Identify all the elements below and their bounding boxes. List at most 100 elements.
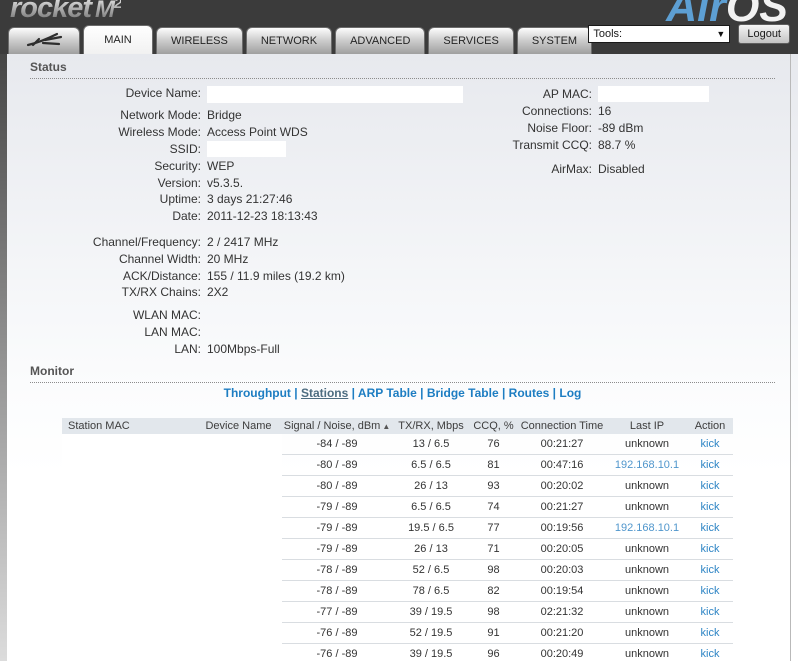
column-header-signal-noise-dbm[interactable]: Signal / Noise, dBm ▲ (282, 418, 392, 434)
station-row: -80 / -89 6.5 / 6.5 81 00:47:16 192.168.10.1… (62, 455, 733, 476)
field-label: Transmit CCQ: (512, 137, 592, 152)
field-label: LAN MAC: (144, 324, 201, 339)
logout-button[interactable]: Logout (738, 24, 790, 44)
cell-time: 00:47:16 (517, 455, 607, 476)
kick-link[interactable]: kick (701, 438, 720, 450)
field-row: ACK/Distance: 155 / 11.9 miles (19.2 km) (30, 267, 475, 284)
station-row: -76 / -89 52 / 19.5 91 00:21:20 unknown kick (62, 623, 733, 644)
tab-network[interactable]: NETWORK (245, 27, 333, 54)
tab-system[interactable]: SYSTEM (516, 27, 593, 54)
kick-link[interactable]: kick (701, 648, 720, 660)
field-label: Noise Floor: (527, 120, 592, 135)
kick-link[interactable]: kick (701, 501, 720, 513)
link-separator: | (498, 386, 509, 400)
last-ip-link[interactable]: 192.168.10.1 (615, 459, 679, 471)
field-value: 100Mbps-Full (207, 341, 280, 356)
cell-time: 00:19:56 (517, 518, 607, 539)
cell-station-mac (62, 644, 195, 661)
field-label: TX/RX Chains: (121, 285, 201, 300)
cell-txrx: 26 / 13 (392, 539, 470, 560)
kick-link[interactable]: kick (701, 480, 720, 492)
column-header-action[interactable]: Action (687, 418, 733, 434)
monitor-link-routes[interactable]: Routes (509, 386, 550, 400)
field-label: Security: (154, 158, 201, 173)
monitor-link-log[interactable]: Log (559, 386, 581, 400)
field-label: Channel/Frequency: (92, 234, 201, 249)
tools-dropdown[interactable]: Tools: ▼ (588, 25, 731, 43)
field-label: Version: (157, 175, 201, 190)
cell-signal-noise: -78 / -89 (282, 581, 392, 602)
kick-link[interactable]: kick (701, 543, 720, 555)
cell-time: 00:20:05 (517, 539, 607, 560)
tab-services[interactable]: SERVICES (428, 27, 514, 54)
kick-link[interactable]: kick (701, 627, 720, 639)
kick-link[interactable]: kick (701, 606, 720, 618)
cell-signal-noise: -76 / -89 (282, 644, 392, 661)
field-label: WLAN MAC: (132, 308, 201, 323)
field-row: LAN MAC: (30, 324, 475, 341)
kick-link[interactable]: kick (701, 564, 720, 576)
cell-last-ip: unknown (607, 623, 687, 644)
column-header-station-mac[interactable]: Station MAC (62, 418, 195, 434)
right-edge-border (790, 54, 791, 661)
column-header-tx-rx-mbps[interactable]: TX/RX, Mbps (392, 418, 470, 434)
cell-device-name (195, 581, 282, 602)
column-header-connection-time[interactable]: Connection Time (517, 418, 607, 434)
redacted-value-box (207, 140, 286, 157)
kick-link[interactable]: kick (701, 522, 720, 534)
cell-ccq: 98 (470, 560, 517, 581)
cell-station-mac (62, 455, 195, 476)
link-separator: | (290, 386, 301, 400)
column-header-device-name[interactable]: Device Name (195, 418, 282, 434)
field-value: v5.3.5. (207, 175, 244, 190)
kick-link[interactable]: kick (701, 459, 720, 471)
cell-signal-noise: -79 / -89 (282, 518, 392, 539)
cell-time: 00:19:54 (517, 581, 607, 602)
station-row: -79 / -89 6.5 / 6.5 74 00:21:27 unknown kick (62, 497, 733, 518)
cell-time: 00:21:27 (517, 497, 607, 518)
kick-link[interactable]: kick (701, 585, 720, 597)
field-spacer (470, 153, 775, 160)
app-header: rocket M2 AirOS MAIN WIRELESS NETWORK ADVAN (0, 0, 798, 54)
field-row: Security: WEP (30, 157, 475, 174)
field-label: Channel Width: (118, 251, 201, 266)
cell-station-mac (62, 602, 195, 623)
cell-ccq: 76 (470, 434, 517, 455)
chevron-down-icon: ▼ (716, 29, 726, 39)
last-ip-link[interactable]: 192.168.10.1 (615, 522, 679, 534)
cell-ccq: 98 (470, 602, 517, 623)
cell-last-ip: unknown (607, 560, 687, 581)
cell-txrx: 52 / 6.5 (392, 560, 470, 581)
tab-ubiquiti-logo[interactable] (8, 27, 80, 54)
station-row: -80 / -89 26 / 13 93 00:20:02 unknown kick (62, 476, 733, 497)
cell-last-ip: unknown (607, 476, 687, 497)
tab-main[interactable]: MAIN (83, 25, 153, 54)
station-row: -78 / -89 52 / 6.5 98 00:20:03 unknown kick (62, 560, 733, 581)
link-separator: | (416, 386, 427, 400)
field-row: Channel/Frequency: 2 / 2417 MHz (30, 234, 475, 251)
cell-station-mac (62, 518, 195, 539)
field-value: 88.7 % (598, 137, 636, 152)
cell-ccq: 82 (470, 581, 517, 602)
field-value: 155 / 11.9 miles (19.2 km) (207, 268, 345, 283)
field-row: Wireless Mode: Access Point WDS (30, 124, 475, 141)
cell-ccq: 74 (470, 497, 517, 518)
cell-last-ip: unknown (607, 581, 687, 602)
cell-action: kick (687, 539, 733, 560)
cell-device-name (195, 518, 282, 539)
column-header-last-ip[interactable]: Last IP (607, 418, 687, 434)
tab-wireless[interactable]: WIRELESS (156, 27, 243, 54)
link-separator: | (348, 386, 358, 400)
cell-station-mac (62, 476, 195, 497)
monitor-link-throughput[interactable]: Throughput (224, 386, 291, 400)
sort-asc-icon: ▲ (382, 422, 391, 431)
monitor-link-arp-table[interactable]: ARP Table (358, 386, 417, 400)
tab-advanced[interactable]: ADVANCED (335, 27, 426, 54)
ubiquiti-antenna-icon (23, 31, 65, 52)
monitor-link-stations[interactable]: Stations (301, 386, 348, 400)
cell-ccq: 81 (470, 455, 517, 476)
cell-txrx: 52 / 19.5 (392, 623, 470, 644)
cell-action: kick (687, 623, 733, 644)
column-header-ccq[interactable]: CCQ, % (470, 418, 517, 434)
monitor-link-bridge-table[interactable]: Bridge Table (427, 386, 499, 400)
